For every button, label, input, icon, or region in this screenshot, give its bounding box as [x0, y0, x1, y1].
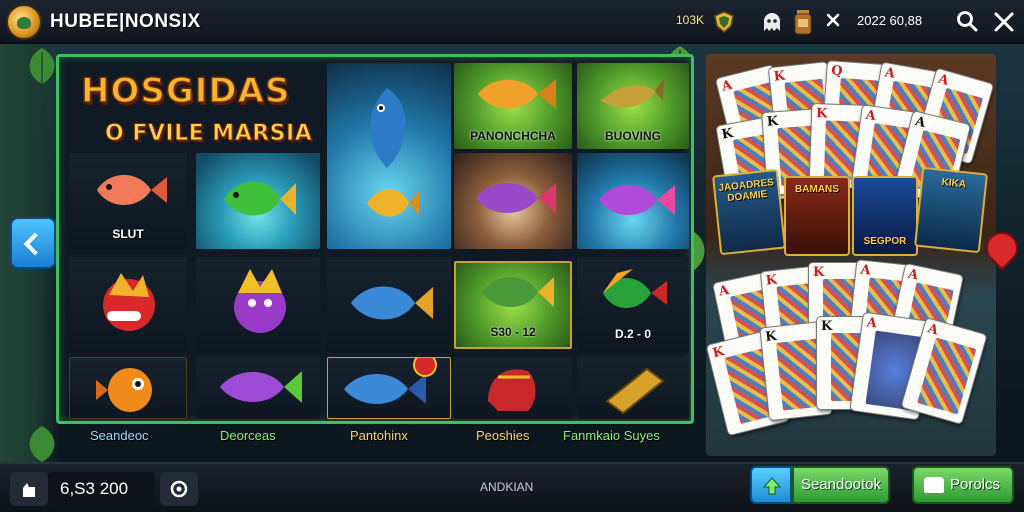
category-label[interactable]: Deorceas — [220, 428, 276, 443]
secondary-action-label: Porolcs — [950, 476, 1001, 493]
close-small-icon[interactable] — [826, 13, 840, 27]
fish-icon — [601, 77, 665, 108]
game-tile-label: PANONCHCHA — [470, 129, 556, 143]
banner-subtitle: O FVILE MARSIA — [104, 121, 313, 147]
category-label[interactable]: Seandeoc — [90, 428, 149, 443]
game-tile[interactable] — [196, 357, 320, 419]
game-tile[interactable]: D.2 - 0 — [577, 257, 689, 353]
card-game-label: JAOADRES DOAMIE — [718, 177, 775, 205]
top-bar: HUBEE|NONSIX 103K 2022 60,88 — [0, 0, 1024, 44]
game-tile[interactable] — [69, 357, 187, 419]
game-tile[interactable] — [196, 153, 320, 249]
game-tile[interactable] — [577, 357, 689, 419]
category-label[interactable]: Peoshies — [476, 428, 529, 443]
card-game-tile[interactable]: BAMANS — [784, 176, 850, 256]
primary-action-button[interactable]: Seandootok — [792, 466, 890, 504]
controller-icon — [924, 477, 944, 493]
game-tile[interactable] — [327, 63, 451, 249]
header-balance: 2022 60,88 — [857, 13, 923, 28]
scroll-icon — [605, 367, 665, 415]
secondary-action-button[interactable]: Porolcs — [912, 466, 1014, 504]
app-title: HUBEE|NONSIX — [50, 11, 201, 32]
refresh-icon — [170, 480, 188, 498]
fish-icon — [476, 183, 556, 213]
card-game-label: BAMANS — [795, 184, 839, 195]
fish-icon — [599, 185, 675, 215]
fish-icon — [96, 368, 152, 412]
fish-icon — [224, 181, 296, 216]
game-tile[interactable]: SLUT — [69, 153, 187, 249]
treasure-icon — [488, 369, 536, 411]
badge-icon — [413, 358, 437, 377]
fish-icon — [351, 286, 433, 320]
game-tile[interactable] — [69, 257, 187, 353]
previous-page-button[interactable] — [10, 217, 56, 269]
arrow-up-icon — [762, 477, 782, 495]
ghost-icon[interactable] — [761, 11, 783, 33]
fish-icon — [478, 79, 556, 109]
game-tile[interactable]: BUOVING — [577, 63, 689, 149]
app-logo[interactable] — [6, 4, 42, 40]
hand-icon — [23, 483, 35, 497]
game-tile-label: D.2 - 0 — [614, 327, 651, 341]
refresh-button[interactable] — [160, 472, 198, 506]
status-text: ANDKIAN — [480, 480, 534, 494]
jar-icon[interactable] — [793, 9, 813, 35]
fish-icon — [103, 273, 155, 331]
banner-title: HOSGIDAS — [80, 70, 291, 112]
game-tile[interactable] — [327, 257, 451, 353]
card-game-label: KIKA — [941, 176, 967, 191]
fish-icon — [367, 189, 419, 217]
fish-icon — [482, 277, 554, 307]
category-label[interactable]: Pantohinx — [350, 428, 408, 443]
coin-count: 103K — [676, 13, 705, 27]
fish-icon — [603, 269, 667, 308]
fish-icon — [220, 371, 302, 403]
fish-icon — [97, 175, 167, 205]
game-tile-label: BUOVING — [604, 129, 661, 143]
card-games-panel: A K Q A A K K K A A JAOADRES DOAMIE BAMA… — [705, 54, 996, 456]
menu-button[interactable] — [10, 472, 48, 506]
card-game-tile[interactable]: SEGPOR — [852, 176, 918, 256]
game-tile[interactable] — [196, 257, 320, 353]
fish-icon — [370, 88, 406, 168]
leaf-decoration-icon — [29, 426, 55, 462]
player-balance: 6,S3 200 — [60, 479, 129, 498]
card-game-tile[interactable]: JAOADRES DOAMIE — [711, 168, 787, 256]
game-tile[interactable] — [454, 357, 572, 419]
fish-icon — [234, 269, 286, 333]
game-tile[interactable] — [327, 357, 451, 419]
featured-banner[interactable]: HOSGIDAS O FVILE MARSIA — [65, 63, 327, 151]
game-tile-label: SLUT — [112, 227, 144, 241]
game-tile[interactable] — [577, 153, 689, 249]
game-tile[interactable]: PANONCHCHA — [454, 63, 572, 149]
game-tile-label: S30 - 12 — [490, 325, 536, 339]
game-tile[interactable] — [454, 153, 572, 249]
category-label[interactable]: Fanmkaio Suyes — [563, 428, 660, 443]
game-tile[interactable]: S30 - 12 — [454, 261, 572, 349]
game-grid-panel: HOSGIDAS O FVILE MARSIA SLUT PANONCHCHA — [56, 54, 694, 424]
card-game-label: SEGPOR — [863, 236, 907, 247]
card-game-tile[interactable]: KIKA — [913, 166, 989, 254]
upgrade-button[interactable] — [750, 466, 792, 504]
close-icon[interactable] — [992, 10, 1016, 34]
search-icon[interactable] — [955, 9, 979, 33]
shield-icon[interactable] — [712, 10, 736, 34]
